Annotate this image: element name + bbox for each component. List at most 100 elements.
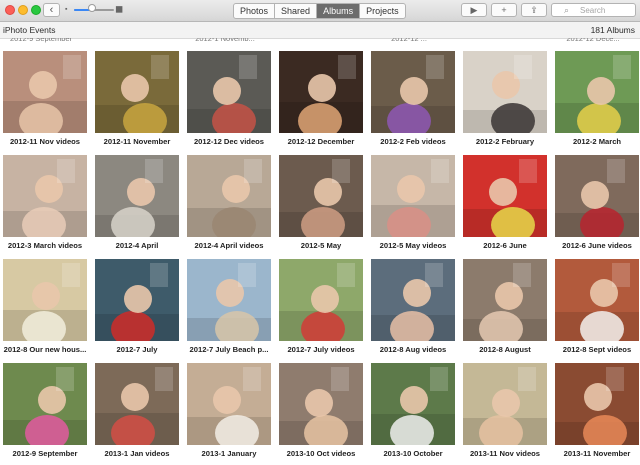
photo-baby-pillow: [371, 155, 455, 237]
album-title: 2012-8 August: [479, 345, 531, 354]
album-thumbnail[interactable]: [371, 155, 455, 237]
album-thumbnail[interactable]: [3, 363, 87, 445]
album-thumbnail[interactable]: [279, 155, 363, 237]
album-title: 2012-6 June: [483, 241, 527, 250]
album-thumbnail[interactable]: [95, 259, 179, 341]
photo-baby-seat: [555, 51, 639, 133]
play-icon: ▶: [470, 4, 478, 15]
album-count: 181 Albums: [590, 25, 635, 35]
photo-girl-lifejacket: [95, 259, 179, 341]
album-title: 2012-4 April videos: [194, 241, 264, 250]
photo-baby-window: [463, 363, 547, 445]
album-thumbnail[interactable]: [555, 363, 639, 445]
photo-bike-helmet: [371, 51, 455, 133]
album-thumbnail[interactable]: [371, 259, 455, 341]
photo-toddler-drawing: [187, 363, 271, 445]
zoom-slider-knob[interactable]: [88, 4, 96, 12]
album-thumbnail[interactable]: [279, 51, 363, 133]
album-thumbnail[interactable]: [279, 259, 363, 341]
album-title: 2012-2 March: [572, 137, 622, 146]
album-title: 2012-2 Feb videos: [380, 137, 446, 146]
tab-photos[interactable]: Photos: [234, 4, 276, 18]
album-thumbnail[interactable]: [187, 363, 271, 445]
album-thumbnail[interactable]: [279, 363, 363, 445]
album-thumbnail[interactable]: [3, 51, 87, 133]
close-window-icon[interactable]: [5, 5, 15, 15]
album-title: 2013-1 Jan videos: [104, 449, 170, 458]
photo-siblings-couch: [187, 155, 271, 237]
album-thumbnail[interactable]: [187, 51, 271, 133]
search-field[interactable]: ⌕: [551, 3, 636, 17]
share-button[interactable]: ⇪: [521, 3, 547, 17]
album-thumbnail[interactable]: [555, 51, 639, 133]
album-thumbnail[interactable]: [463, 259, 547, 341]
album-title: 2012-12 December: [287, 137, 355, 146]
album-thumbnail[interactable]: [187, 155, 271, 237]
album-thumbnail[interactable]: [371, 363, 455, 445]
photo-toddler-toys: [95, 363, 179, 445]
search-input[interactable]: [580, 4, 632, 16]
album-title: 2012-7 July videos: [287, 345, 355, 354]
photo-house-interior: [3, 259, 87, 341]
album-title: 2012-6 June videos: [562, 241, 632, 250]
photo-easel-garden: [3, 363, 87, 445]
album-thumbnail[interactable]: [555, 155, 639, 237]
plus-icon: +: [501, 5, 507, 15]
zoom-out-icon: ▪: [65, 6, 68, 13]
album-title: 2012-11 November: [103, 137, 171, 146]
tab-projects[interactable]: Projects: [360, 4, 405, 18]
tab-shared[interactable]: Shared: [275, 4, 318, 18]
previous-row-labels: 2012-9 September 2012-1 Novemb... 2012-12 …: [0, 38, 640, 46]
previous-row-label: 2012-1 Novemb...: [195, 38, 255, 43]
album-thumbnail[interactable]: [371, 51, 455, 133]
zoom-in-icon: ◼: [115, 4, 124, 15]
album-title: 2013-11 Nov videos: [469, 449, 541, 458]
album-thumbnail[interactable]: [95, 155, 179, 237]
album-title: 2012-7 July: [116, 345, 158, 354]
album-thumbnail[interactable]: [95, 363, 179, 445]
album-title: 2012-9 September: [12, 449, 78, 458]
photo-mother-baby: [463, 51, 547, 133]
photo-victorian-house: [371, 363, 455, 445]
photo-red-dots: [463, 155, 547, 237]
tab-albums[interactable]: Albums: [317, 4, 361, 18]
album-thumbnail[interactable]: [95, 51, 179, 133]
view-tabs: Photos Shared Albums Projects: [233, 3, 406, 19]
album-title: 2012-11 Nov videos: [9, 137, 81, 146]
photo-baby-red: [555, 155, 639, 237]
album-title: 2012-5 May: [300, 241, 342, 250]
add-button[interactable]: +: [491, 3, 517, 17]
album-title: 2013-11 November: [563, 449, 631, 458]
photo-family-selfie: [279, 155, 363, 237]
album-title: 2012-8 Sept videos: [562, 345, 632, 354]
album-thumbnail[interactable]: [3, 259, 87, 341]
album-thumbnail[interactable]: [187, 259, 271, 341]
photo-playground-crowd: [95, 51, 179, 133]
previous-row-label: 2012-12 ...: [391, 38, 427, 43]
back-button[interactable]: ‹: [43, 3, 60, 17]
previous-row-label: 2012-9 September: [9, 38, 73, 43]
photo-dad-kids: [371, 259, 455, 341]
album-title: 2013-10 October: [383, 449, 443, 458]
album-title: 2012-2 February: [475, 137, 535, 146]
chevron-left-icon: ‹: [49, 4, 54, 16]
photo-girl-portrait: [3, 51, 87, 133]
album-thumbnail[interactable]: [463, 155, 547, 237]
share-icon: ⇪: [530, 4, 538, 15]
album-title: 2012-3 March videos: [7, 241, 83, 250]
search-icon: ⌕: [564, 5, 570, 15]
fullscreen-window-icon[interactable]: [31, 5, 41, 15]
album-thumbnail[interactable]: [463, 363, 547, 445]
album-thumbnail[interactable]: [555, 259, 639, 341]
album-thumbnail[interactable]: [3, 155, 87, 237]
minimize-window-icon[interactable]: [18, 5, 28, 15]
photo-window-blinds: [95, 155, 179, 237]
slideshow-button[interactable]: ▶: [461, 3, 487, 17]
window-toolbar: ‹ ▪ ◼ Photos Shared Albums Projects ▶ + …: [0, 0, 640, 22]
album-header-bar: iPhoto Events 181 Albums: [0, 22, 640, 39]
album-thumbnail[interactable]: [463, 51, 547, 133]
photo-girl-sitting: [463, 259, 547, 341]
album-title: 2012-8 Aug videos: [379, 345, 447, 354]
photo-baby-closeup: [3, 155, 87, 237]
album-title: 2012-8 Our new hous...: [3, 345, 87, 354]
